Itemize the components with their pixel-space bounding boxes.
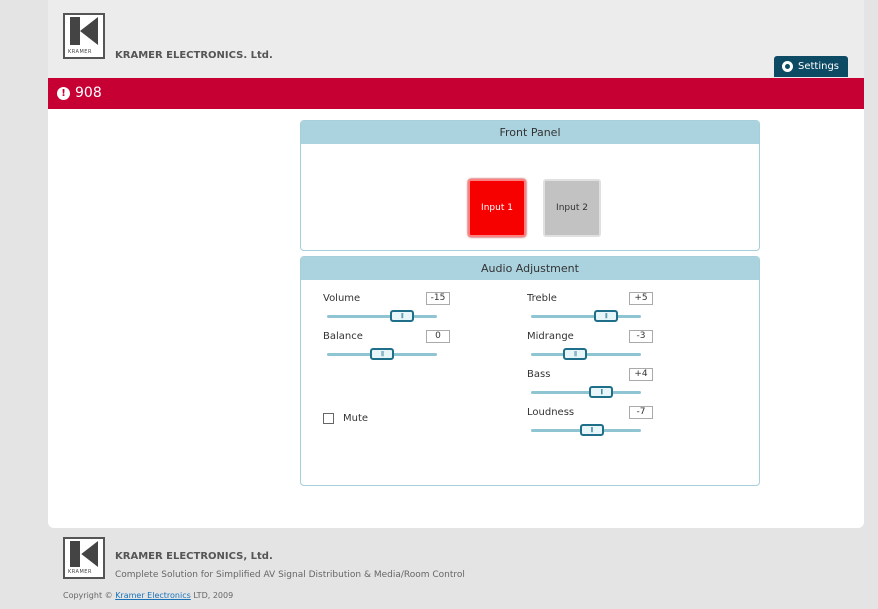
- device-title: ! 908: [57, 85, 102, 101]
- copyright-prefix: Copyright ©: [63, 591, 113, 600]
- loudness-value[interactable]: -7: [629, 406, 653, 419]
- audio-panel-title: Audio Adjustment: [301, 257, 759, 280]
- volume-label: Volume: [323, 293, 361, 304]
- midrange-label: Midrange: [527, 331, 574, 342]
- loudness-slider[interactable]: [531, 424, 641, 436]
- footer-company-name: KRAMER ELECTRONICS, Ltd.: [115, 551, 273, 562]
- device-bar: ! 908: [48, 78, 864, 109]
- kramer-link[interactable]: Kramer Electronics: [115, 591, 191, 600]
- settings-button[interactable]: Settings: [774, 56, 848, 77]
- kramer-logo: KRAMER: [63, 13, 105, 59]
- midrange-slider[interactable]: [531, 348, 641, 360]
- balance-slider[interactable]: [327, 348, 437, 360]
- copyright-suffix: LTD, 2009: [193, 591, 234, 600]
- input-2-button[interactable]: Input 2: [543, 179, 601, 237]
- gear-icon: [782, 61, 793, 72]
- treble-label: Treble: [527, 293, 557, 304]
- front-panel-title: Front Panel: [301, 121, 759, 144]
- info-icon[interactable]: !: [57, 86, 70, 100]
- loudness-slider-thumb[interactable]: [579, 424, 604, 436]
- audio-adjustment-panel: Audio Adjustment Volume -15 Balance 0 Mu…: [300, 256, 760, 486]
- volume-slider[interactable]: [327, 310, 437, 322]
- balance-slider-thumb[interactable]: [370, 348, 394, 360]
- balance-label: Balance: [323, 331, 363, 342]
- main-page: KRAMER KRAMER ELECTRONICS. Ltd. Settings…: [48, 0, 864, 528]
- k-logo-icon: [70, 17, 98, 45]
- midrange-value[interactable]: -3: [629, 330, 653, 343]
- balance-value[interactable]: 0: [426, 330, 450, 343]
- front-panel: Front Panel Input 1 Input 2: [300, 120, 760, 251]
- treble-slider[interactable]: [531, 310, 641, 322]
- loudness-label: Loudness: [527, 407, 575, 418]
- bass-slider-thumb[interactable]: [589, 386, 614, 398]
- volume-value[interactable]: -15: [426, 292, 450, 305]
- logo-text: KRAMER: [68, 49, 92, 55]
- settings-label: Settings: [798, 61, 840, 72]
- input-1-button[interactable]: Input 1: [468, 179, 526, 237]
- footer-tagline: Complete Solution for Simplified AV Sign…: [115, 570, 465, 580]
- bass-label: Bass: [527, 369, 551, 380]
- volume-slider-thumb[interactable]: [389, 310, 414, 322]
- copyright: Copyright © Kramer Electronics LTD, 2009: [63, 591, 233, 600]
- company-name: KRAMER ELECTRONICS. Ltd.: [115, 50, 273, 61]
- footer-k-logo-icon: [70, 541, 98, 567]
- mute-checkbox[interactable]: [323, 413, 334, 424]
- footer-kramer-logo: KRAMER: [63, 537, 105, 579]
- mute-label: Mute: [343, 413, 369, 424]
- bass-slider[interactable]: [531, 386, 641, 398]
- header: KRAMER KRAMER ELECTRONICS. Ltd. Settings: [48, 0, 864, 78]
- midrange-slider-thumb[interactable]: [563, 348, 587, 360]
- device-name: 908: [75, 85, 102, 101]
- bass-value[interactable]: +4: [629, 368, 653, 381]
- treble-slider-thumb[interactable]: [593, 310, 618, 322]
- footer-logo-text: KRAMER: [68, 569, 92, 575]
- treble-value[interactable]: +5: [629, 292, 653, 305]
